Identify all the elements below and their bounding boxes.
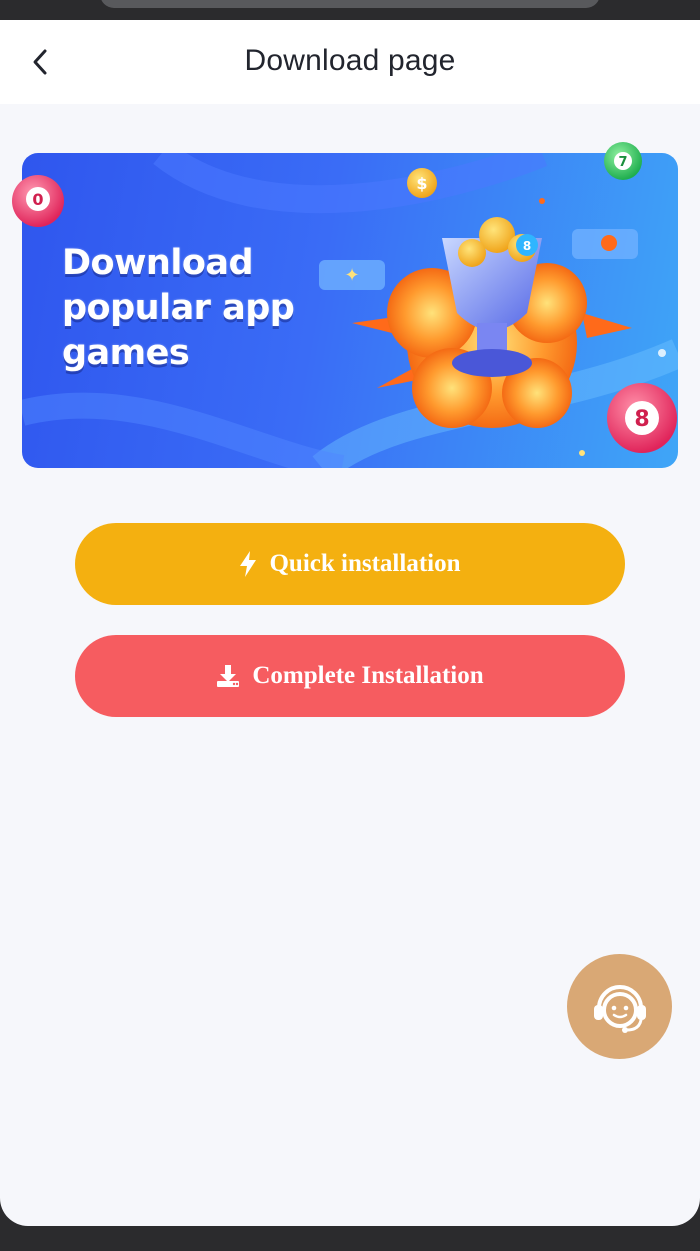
customer-service-button[interactable] (567, 954, 672, 1059)
lightning-icon (239, 551, 257, 577)
svg-text:7: 7 (618, 155, 627, 170)
lottery-ball-top: 7 (604, 142, 642, 180)
svg-text:8: 8 (523, 239, 531, 253)
svg-text:$: $ (416, 174, 427, 193)
device-top-bezel (0, 0, 700, 20)
top-nav-bar: Download page (0, 20, 700, 104)
banner-headline: Download popular app games (62, 241, 362, 376)
app-screen: Download page $ 8 ✦ 8 Download popular a… (0, 20, 700, 1226)
banner-line-3: games (62, 333, 190, 373)
promo-banner[interactable]: $ 8 ✦ 8 Download popular app games (22, 153, 678, 468)
page-title: Download page (244, 44, 456, 77)
customer-service-icon (593, 984, 646, 1033)
svg-text:0: 0 (32, 190, 43, 209)
device-notch (100, 0, 600, 8)
download-icon (216, 664, 240, 688)
complete-installation-button[interactable]: Complete Installation (75, 635, 625, 717)
banner-line-1: Download (62, 243, 254, 283)
quick-installation-button[interactable]: Quick installation (75, 523, 625, 605)
complete-installation-label: Complete Installation (252, 662, 484, 689)
banner-line-2: popular app (62, 288, 295, 328)
svg-text:8: 8 (634, 407, 649, 432)
lottery-ball-left: 0 (12, 175, 64, 227)
quick-installation-label: Quick installation (269, 550, 461, 577)
device-bottom-bezel (0, 1226, 700, 1251)
